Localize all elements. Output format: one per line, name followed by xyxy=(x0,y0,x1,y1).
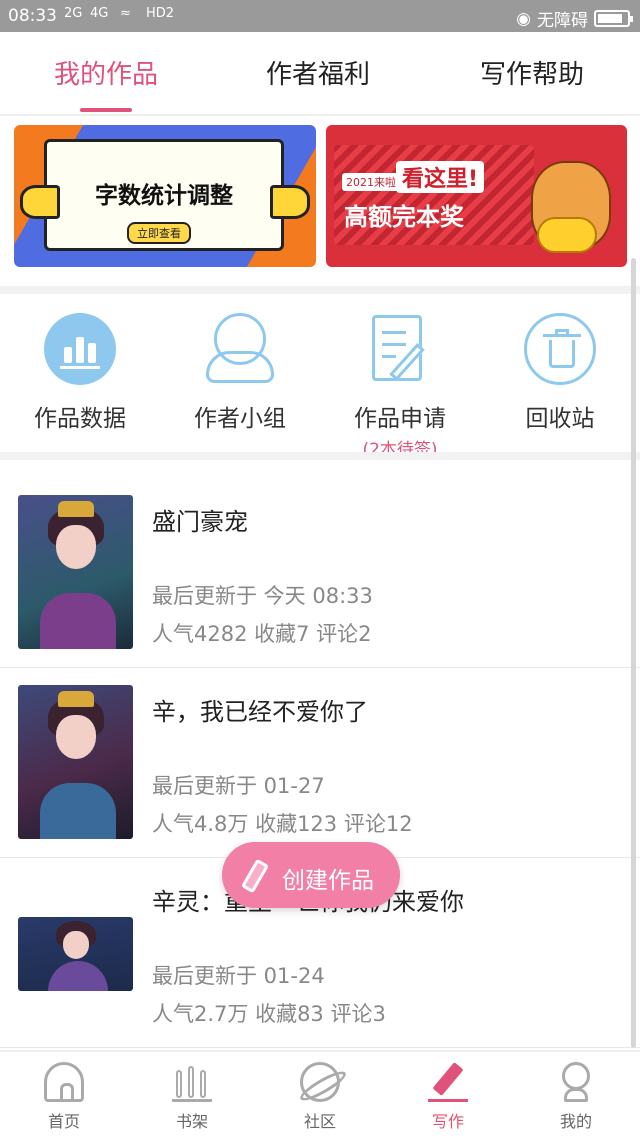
entry-author-group[interactable]: 作者小组 xyxy=(165,313,315,433)
entry-works-data[interactable]: 作品数据 xyxy=(5,313,155,433)
megaphone-icon xyxy=(20,185,60,219)
gold-ingot-icon xyxy=(537,217,597,253)
banner-award-text: 高额完本奖 xyxy=(344,203,464,231)
section-divider xyxy=(0,286,640,294)
wifi-icon: ≈ xyxy=(120,6,131,21)
work-item[interactable]: 辛，我已经不爱你了 最后更新于 01-27 人气4.8万 收藏123 评论12 xyxy=(0,668,640,858)
nav-label: 社区 xyxy=(303,1112,336,1131)
section-divider xyxy=(0,452,640,460)
entry-label: 作者小组 xyxy=(194,406,286,432)
work-cover xyxy=(18,685,133,839)
group-icon xyxy=(204,313,276,385)
nav-label: 我的 xyxy=(559,1112,592,1131)
bar-chart-icon xyxy=(44,313,116,385)
nav-home[interactable]: 首页 xyxy=(0,1062,128,1132)
home-icon xyxy=(44,1062,84,1102)
work-stats: 人气4.8万 收藏123 评论12 xyxy=(152,812,413,836)
trash-icon xyxy=(524,313,596,385)
banner-headline: 字数统计调整 xyxy=(95,183,233,209)
banner-callout: 看这里! xyxy=(396,161,485,193)
work-updated: 最后更新于 01-27 xyxy=(152,774,325,798)
work-stats: 人气2.7万 收藏83 评论3 xyxy=(152,1002,386,1026)
planet-icon xyxy=(300,1062,340,1102)
pen-icon xyxy=(428,1062,468,1102)
work-cover xyxy=(18,495,133,649)
profile-icon xyxy=(556,1062,596,1102)
hd-icon: HD2 xyxy=(146,6,175,21)
tab-writing-help[interactable]: 写作帮助 xyxy=(480,54,584,91)
entry-label: 作品申请 xyxy=(354,406,446,432)
status-right: ◉ 无障碍 xyxy=(516,6,633,31)
banner-panel: 字数统计调整 立即查看 xyxy=(44,139,284,251)
tab-author-benefits[interactable]: 作者福利 xyxy=(266,54,370,91)
work-stats: 人气4282 收藏7 评论2 xyxy=(152,622,372,646)
active-tab-indicator xyxy=(80,108,132,112)
nav-label: 首页 xyxy=(47,1112,80,1131)
scrollbar[interactable] xyxy=(631,258,636,1048)
work-item[interactable]: 盛门豪宠 最后更新于 今天 08:33 人气4282 收藏7 评论2 xyxy=(0,478,640,668)
nav-write[interactable]: 写作 xyxy=(384,1062,512,1132)
megaphone-icon xyxy=(270,185,310,219)
nav-bookshelf[interactable]: 书架 xyxy=(128,1062,256,1132)
nav-label: 书架 xyxy=(175,1112,208,1131)
entry-label: 回收站 xyxy=(525,406,595,432)
entry-recycle-bin[interactable]: 回收站 xyxy=(485,313,635,433)
nav-community[interactable]: 社区 xyxy=(256,1062,384,1132)
banner-word-count[interactable]: 字数统计调整 立即查看 xyxy=(14,125,316,267)
status-bar: 08:33 2G 4G ≈ HD2 ◉ 无障碍 xyxy=(0,0,640,32)
accessibility-label: 无障碍 xyxy=(537,11,588,31)
status-time: 08:33 xyxy=(8,6,57,26)
accessibility-icon: ◉ xyxy=(516,8,531,29)
nav-profile[interactable]: 我的 xyxy=(512,1062,640,1132)
work-title: 盛门豪宠 xyxy=(152,508,248,536)
pencil-icon xyxy=(240,858,270,894)
work-cover xyxy=(18,917,133,991)
work-updated: 最后更新于 01-24 xyxy=(152,964,325,988)
nav-label: 写作 xyxy=(431,1112,464,1131)
signal-4g-icon: 4G xyxy=(90,6,109,21)
top-tabs: 我的作品 作者福利 写作帮助 xyxy=(0,32,640,116)
banner-completion-award[interactable]: 2021来啦 看这里! 高额完本奖 xyxy=(326,125,627,267)
edit-document-icon xyxy=(364,313,436,385)
banner-year-tag: 2021来啦 xyxy=(342,173,400,191)
work-title: 辛，我已经不爱你了 xyxy=(152,698,368,726)
bookshelf-icon xyxy=(172,1062,212,1102)
bottom-nav: 首页 书架 社区 写作 我的 xyxy=(0,1050,640,1138)
create-work-button[interactable]: 创建作品 xyxy=(222,842,400,908)
work-updated: 最后更新于 今天 08:33 xyxy=(152,584,373,608)
signal-2g-icon: 2G xyxy=(64,6,83,21)
battery-icon xyxy=(594,10,633,27)
create-work-label: 创建作品 xyxy=(282,868,374,894)
banner-view-button[interactable]: 立即查看 xyxy=(127,222,191,244)
entry-works-application[interactable]: 作品申请 (2本待签) xyxy=(325,313,475,460)
entry-label: 作品数据 xyxy=(34,406,126,432)
tab-my-works[interactable]: 我的作品 xyxy=(54,54,158,91)
